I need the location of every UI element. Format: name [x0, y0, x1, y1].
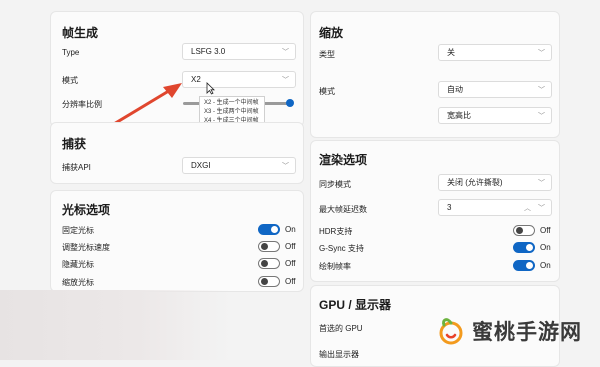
toggle-state: Off [540, 226, 551, 235]
chevron-down-icon: ﹀ [538, 87, 545, 94]
toggle-state: On [285, 225, 296, 234]
cursor-item-label: 调整光标速度 [62, 243, 110, 252]
fixed-cursor-toggle[interactable] [258, 224, 280, 235]
peach-logo-icon [439, 318, 463, 345]
mode-select[interactable]: X2 ﹀ [182, 71, 296, 88]
frame-gen-title: 帧生成 [62, 26, 99, 40]
chevron-down-icon: ﹀ [538, 113, 545, 120]
type-value: LSFG 3.0 [191, 47, 226, 56]
toggle-state: On [540, 261, 551, 270]
adjust-speed-toggle[interactable] [258, 241, 280, 252]
chevron-up-icon[interactable]: ︿ [524, 203, 531, 213]
output-display-label: 输出显示器 [319, 350, 359, 359]
scaling-title: 缩放 [319, 26, 344, 40]
hdr-label: HDR支持 [319, 227, 353, 236]
render-title: 渲染选项 [319, 153, 368, 167]
type-select[interactable]: LSFG 3.0 ﹀ [182, 43, 296, 60]
scaling-mode-select[interactable]: 自动 ﹀ [438, 81, 552, 98]
watermark: 蜜桃手游网 [436, 316, 582, 346]
blurred-region [0, 290, 230, 360]
toggle-state: On [540, 243, 551, 252]
hdr-toggle[interactable] [513, 225, 535, 236]
watermark-text: 蜜桃手游网 [472, 321, 582, 344]
cursor-title: 光标选项 [62, 203, 111, 217]
scaling-aspect-select[interactable]: 宽高比 ﹀ [438, 107, 552, 124]
max-frames-value: 3 [447, 203, 452, 212]
mode-value: X2 [191, 75, 201, 84]
chevron-down-icon: ﹀ [538, 180, 545, 187]
capture-api-value: DXGI [191, 161, 211, 170]
cursor-item-label: 固定光标 [62, 226, 94, 235]
gsync-label: G-Sync 支持 [319, 244, 364, 253]
chevron-down-icon: ﹀ [282, 49, 289, 56]
toggle-state: Off [285, 277, 296, 286]
sync-mode-select[interactable]: 关闭 (允许撕裂) ﹀ [438, 174, 552, 191]
framerate-toggle[interactable] [513, 260, 535, 271]
scaling-type-value: 关 [447, 48, 455, 57]
toggle-state: Off [285, 259, 296, 268]
scaling-type-select[interactable]: 关 ﹀ [438, 44, 552, 61]
cursor-card: 光标选项 固定光标 On 调整光标速度 Off 隐藏光标 Off 缩放光标 Of… [50, 190, 304, 292]
scaling-type-label: 类型 [319, 50, 335, 59]
tooltip-line: X2 - 生成一个中间帧 [204, 100, 259, 106]
gsync-toggle[interactable] [513, 242, 535, 253]
preferred-gpu-label: 首选的 GPU [319, 324, 363, 333]
toggle-state: Off [285, 242, 296, 251]
framerate-label: 绘制帧率 [319, 262, 351, 271]
scale-cursor-toggle[interactable] [258, 276, 280, 287]
cursor-item-label: 隐藏光标 [62, 260, 94, 269]
hide-cursor-toggle[interactable] [258, 258, 280, 269]
scaling-mode-label: 模式 [319, 87, 335, 96]
gpu-title: GPU / 显示器 [319, 298, 392, 312]
capture-api-label: 捕获API [62, 163, 91, 172]
scaling-aspect-value: 宽高比 [447, 111, 471, 120]
tooltip-line: X3 - 生成两个中间帧 [204, 109, 259, 115]
cursor-item-label: 缩放光标 [62, 278, 94, 287]
max-frames-stepper[interactable]: 3 ︿ ﹀ [438, 199, 552, 216]
chevron-down-icon: ﹀ [282, 163, 289, 170]
chevron-down-icon[interactable]: ﹀ [538, 203, 545, 213]
scaling-card: 缩放 类型 关 ﹀ 模式 自动 ﹀ 宽高比 ﹀ [310, 11, 560, 138]
scaling-mode-value: 自动 [447, 85, 463, 94]
sync-mode-label: 同步模式 [319, 180, 351, 189]
type-label: Type [62, 48, 80, 57]
ratio-slider-thumb[interactable] [286, 99, 294, 107]
max-frames-label: 最大帧延迟数 [319, 205, 367, 214]
mouse-cursor-icon [206, 82, 215, 95]
render-card: 渲染选项 同步模式 关闭 (允许撕裂) ﹀ 最大帧延迟数 3 ︿ ﹀ HDR支持… [310, 140, 560, 282]
chevron-down-icon: ﹀ [538, 50, 545, 57]
capture-api-select[interactable]: DXGI ﹀ [182, 157, 296, 174]
capture-title: 捕获 [62, 137, 87, 151]
sync-mode-value: 关闭 (允许撕裂) [447, 178, 503, 187]
chevron-down-icon: ﹀ [282, 77, 289, 84]
capture-card: 捕获 捕获API DXGI ﹀ [50, 122, 304, 184]
